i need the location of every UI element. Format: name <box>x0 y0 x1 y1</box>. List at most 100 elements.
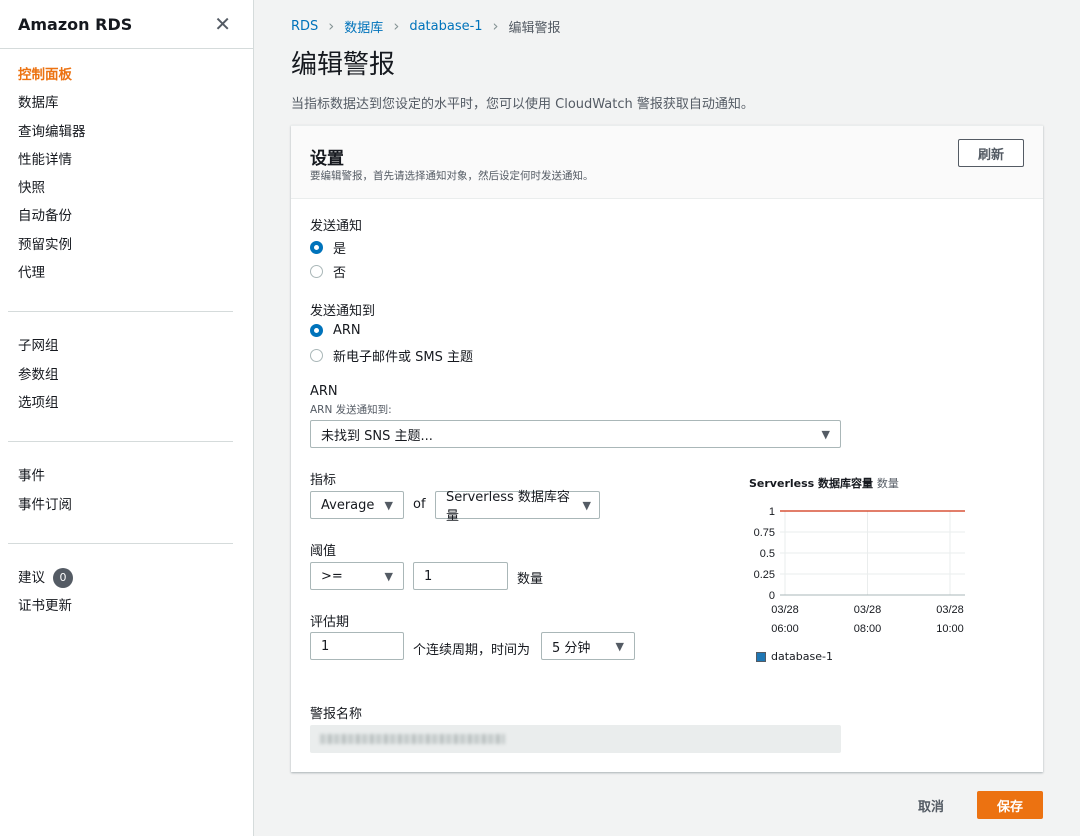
chevron-right-icon: › <box>328 17 335 35</box>
close-icon[interactable]: ✕ <box>214 14 231 34</box>
alarm-name-label: 警报名称 <box>310 707 363 722</box>
y-tick-label: 0.25 <box>754 569 775 581</box>
chevron-right-icon: › <box>393 17 400 35</box>
sidebar-item-databases[interactable]: 数据库 <box>18 89 253 117</box>
radio-send-to-new-topic[interactable]: 新电子邮件或 SMS 主题 <box>310 346 473 365</box>
redacted-value <box>320 734 505 744</box>
chart-unit: 数量 <box>876 477 899 490</box>
metric-label: 指标 <box>310 473 337 488</box>
sidebar-item-performance-insights[interactable]: 性能详情 <box>18 146 253 174</box>
capacity-chart: 1 0.75 0.5 0.25 0 03/28 06:00 03/28 08:00 03/28 10… <box>754 506 965 635</box>
x-tick-label: 03/28 <box>771 604 799 616</box>
breadcrumb-rds[interactable]: RDS <box>291 19 318 34</box>
period-count-input[interactable]: 1 <box>310 632 404 660</box>
panel-subtitle: 要编辑警报，首先请选择通知对象，然后设定何时发送通知。 <box>310 170 594 182</box>
radio-checked-icon <box>310 241 323 254</box>
panel-header: 设置 要编辑警报，首先请选择通知对象，然后设定何时发送通知。 刷新 <box>291 126 1043 199</box>
y-tick-label: 0.75 <box>754 527 775 539</box>
operator-value: >= <box>321 568 343 584</box>
threshold-operator-select[interactable]: >= ▼ <box>310 562 404 590</box>
send-notification-label: 发送通知 <box>310 219 363 234</box>
settings-panel: 设置 要编辑警报，首先请选择通知对象，然后设定何时发送通知。 刷新 <box>291 125 1043 772</box>
caret-down-icon: ▼ <box>384 569 393 583</box>
threshold-input[interactable]: 1 <box>413 562 508 590</box>
caret-down-icon: ▼ <box>615 639 624 653</box>
sidebar-item-automated-backups[interactable]: 自动备份 <box>18 202 253 230</box>
period-text: 个连续周期，时间为 <box>413 643 531 658</box>
duration-value: 5 分钟 <box>552 640 591 656</box>
sidebar-item-option-groups[interactable]: 选项组 <box>18 389 253 417</box>
refresh-button[interactable]: 刷新 <box>958 139 1024 167</box>
x-tick-label: 03/28 <box>936 604 964 616</box>
sidebar-item-events[interactable]: 事件 <box>18 462 253 490</box>
sidebar-item-proxies[interactable]: 代理 <box>18 259 253 287</box>
arn-select-value: 未找到 SNS 主题... <box>321 428 433 444</box>
arn-select[interactable]: 未找到 SNS 主题... ▼ <box>310 420 841 448</box>
radio-unchecked-icon <box>310 349 323 362</box>
radio-unchecked-icon <box>310 265 323 278</box>
statistic-value: Average <box>321 497 375 513</box>
radio-label: ARN <box>333 323 361 338</box>
page-description: 当指标数据达到您设定的水平时，您可以使用 CloudWatch 警报获取自动通知… <box>291 97 754 112</box>
radio-label: 是 <box>333 242 347 257</box>
sidebar-item-certificate-update[interactable]: 证书更新 <box>18 592 253 620</box>
sidebar-divider <box>8 311 233 313</box>
y-tick-label: 0.5 <box>760 548 775 560</box>
radio-send-to-arn[interactable]: ARN <box>310 323 361 338</box>
sidebar-item-dashboard[interactable]: 控制面板 <box>18 61 253 89</box>
x-tick-label: 10:00 <box>936 623 964 635</box>
save-button[interactable]: 保存 <box>977 791 1043 819</box>
legend-label: database-1 <box>771 650 833 663</box>
breadcrumb-current: 编辑警报 <box>508 20 561 36</box>
statistic-select[interactable]: Average ▼ <box>310 491 404 519</box>
x-tick-label: 03/28 <box>854 604 882 616</box>
sidebar-item-label: 建议 <box>18 569 45 586</box>
breadcrumb-database-1[interactable]: database-1 <box>409 19 482 34</box>
sidebar-item-parameter-groups[interactable]: 参数组 <box>18 361 253 389</box>
breadcrumb: RDS › 数据库 › database-1 › 编辑警报 <box>291 16 561 36</box>
radio-send-yes[interactable]: 是 <box>310 238 346 257</box>
of-label: of <box>413 497 426 512</box>
y-tick-label: 0 <box>769 590 775 602</box>
arn-sublabel: ARN 发送通知到: <box>310 404 392 416</box>
sidebar-item-recommendations[interactable]: 建议 0 <box>18 564 253 592</box>
metric-select[interactable]: Serverless 数据库容量 ▼ <box>435 490 600 524</box>
sidebar-item-query-editor[interactable]: 查询编辑器 <box>18 118 253 146</box>
sidebar-group-config: 子网组 参数组 选项组 <box>0 322 253 431</box>
evaluation-period-label: 评估期 <box>310 615 350 630</box>
sidebar-group-events: 事件 事件订阅 <box>0 452 253 533</box>
chevron-right-icon: › <box>492 17 499 35</box>
metric-value: Serverless 数据库容量 <box>446 490 570 524</box>
chart-legend: database-1 <box>756 650 833 663</box>
sidebar-header: Amazon RDS ✕ <box>0 0 253 49</box>
chart-title: Serverless 数据库容量 数量 <box>749 475 899 491</box>
sidebar-group-main: 控制面板 数据库 查询编辑器 性能详情 快照 自动备份 预留实例 代理 <box>0 49 253 301</box>
radio-label: 新电子邮件或 SMS 主题 <box>333 350 473 365</box>
radio-checked-icon <box>310 324 323 337</box>
y-tick-label: 1 <box>769 506 775 518</box>
chart-title-text: Serverless 数据库容量 <box>749 477 874 490</box>
page-title: 编辑警报 <box>291 50 396 80</box>
threshold-unit: 数量 <box>517 572 544 587</box>
x-tick-label: 08:00 <box>854 623 882 635</box>
panel-title: 设置 <box>310 149 344 169</box>
threshold-label: 阈值 <box>310 544 337 559</box>
sidebar-item-snapshots[interactable]: 快照 <box>18 174 253 202</box>
cancel-button[interactable]: 取消 <box>906 791 956 819</box>
arn-label: ARN <box>310 384 338 399</box>
sidebar-item-subnet-groups[interactable]: 子网组 <box>18 332 253 360</box>
count-badge: 0 <box>53 567 73 588</box>
breadcrumb-databases[interactable]: 数据库 <box>344 17 383 36</box>
caret-down-icon: ▼ <box>384 498 393 512</box>
radio-send-no[interactable]: 否 <box>310 262 346 281</box>
sidebar-group-misc: 建议 0 证书更新 <box>0 554 253 635</box>
send-to-label: 发送通知到 <box>310 304 376 319</box>
sidebar-divider <box>8 441 233 443</box>
sidebar-divider <box>8 542 233 544</box>
caret-down-icon: ▼ <box>582 498 591 512</box>
sidebar-item-event-subscriptions[interactable]: 事件订阅 <box>18 491 253 519</box>
period-duration-select[interactable]: 5 分钟 ▼ <box>541 632 635 660</box>
legend-swatch <box>756 651 766 662</box>
sidebar-item-reserved-instances[interactable]: 预留实例 <box>18 231 253 259</box>
sidebar-title: Amazon RDS <box>18 14 133 34</box>
